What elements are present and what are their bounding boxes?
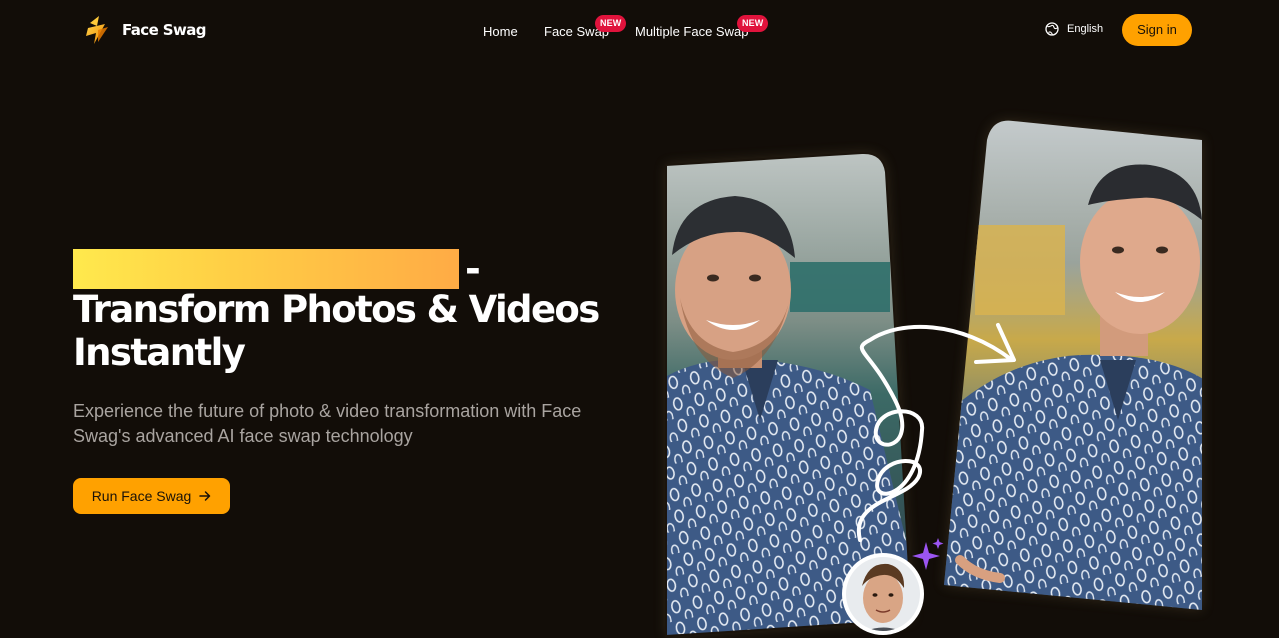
run-face-swag-button[interactable]: Run Face Swag: [73, 478, 230, 514]
hero-title-line-2: Instantly: [73, 331, 246, 374]
title-highlight-bar: [73, 249, 459, 289]
sparkle-icon: [912, 538, 944, 570]
swap-arrow: [856, 323, 1016, 542]
new-badge: NEW: [595, 15, 627, 32]
title-dash: -: [465, 247, 481, 291]
arrow-right-icon: [199, 491, 211, 501]
hero-title-line-1: Transform Photos & Videos: [73, 288, 600, 331]
source-face-avatar: [842, 553, 924, 635]
sign-in-button[interactable]: Sign in: [1122, 14, 1192, 46]
hero-subtitle: Experience the future of photo & video t…: [73, 401, 582, 446]
nav-multiple-face-swap-label: Multiple Face Swap: [635, 24, 749, 39]
swapped-photo-card: [944, 120, 1202, 610]
brand-logo-link[interactable]: Face Swag: [84, 15, 207, 45]
globe-icon: [1045, 22, 1059, 36]
run-face-swag-label: Run Face Swag: [91, 488, 192, 504]
nav-home[interactable]: Home: [483, 24, 518, 39]
site-header: Face Swag Home Face Swap NEW Multiple Fa…: [0, 0, 1279, 60]
nav-multiple-face-swap[interactable]: Multiple Face Swap: [635, 24, 748, 39]
brand-name: Face Swag: [122, 21, 207, 39]
new-badge: NEW: [737, 15, 769, 32]
language-selector[interactable]: English: [1045, 22, 1103, 36]
logo-bolt-icon: [86, 16, 108, 44]
hero-title: Transform Photos & Videos Instantly: [73, 288, 633, 374]
original-photo-card: [666, 152, 912, 636]
language-label: English: [1067, 23, 1104, 35]
